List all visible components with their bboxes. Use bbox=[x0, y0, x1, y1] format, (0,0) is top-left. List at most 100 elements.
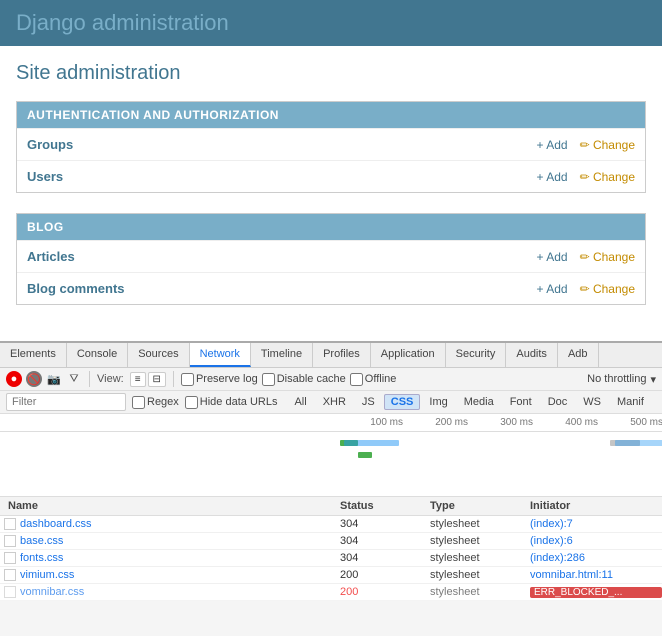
blog-comments-link[interactable]: Blog comments bbox=[27, 281, 125, 296]
offline-checkbox[interactable]: Offline bbox=[350, 373, 397, 386]
tab-profiles[interactable]: Profiles bbox=[313, 343, 371, 367]
disable-cache-checkbox[interactable]: Disable cache bbox=[262, 373, 346, 386]
auth-section: AUTHENTICATION AND AUTHORIZATION Groups … bbox=[16, 101, 646, 193]
hide-data-input[interactable] bbox=[185, 396, 198, 409]
tab-audits[interactable]: Audits bbox=[506, 343, 558, 367]
row-status-dashboard: 304 bbox=[340, 518, 430, 530]
devtools-panel: Elements Console Sources Network Timelin… bbox=[0, 341, 662, 601]
view-list-btn[interactable]: ≡ bbox=[130, 372, 146, 387]
preserve-log-input[interactable] bbox=[181, 373, 194, 386]
row-type-vomnibar: stylesheet bbox=[430, 586, 530, 598]
tab-timeline[interactable]: Timeline bbox=[251, 343, 313, 367]
admin-content: Site administration AUTHENTICATION AND A… bbox=[0, 46, 662, 341]
hide-data-label: Hide data URLs bbox=[200, 396, 278, 408]
regex-label: Regex bbox=[147, 396, 179, 408]
view-split-btn[interactable]: ⊟ bbox=[148, 372, 166, 387]
row-status-base: 304 bbox=[340, 535, 430, 547]
row-type-vimium: stylesheet bbox=[430, 569, 530, 581]
hide-data-checkbox[interactable]: Hide data URLs bbox=[185, 396, 278, 409]
row-name-base: base.css bbox=[0, 535, 340, 547]
row-name-vimium: vimium.css bbox=[0, 569, 340, 581]
table-row[interactable]: vimium.css 200 stylesheet vomnibar.html:… bbox=[0, 567, 662, 584]
site-admin-title: Site administration bbox=[16, 62, 646, 85]
filter-js-btn[interactable]: JS bbox=[355, 394, 382, 410]
camera-button[interactable]: 📷 bbox=[46, 371, 62, 387]
filter-ws-btn[interactable]: WS bbox=[576, 394, 608, 410]
toolbar-separator-2 bbox=[173, 371, 174, 387]
filter-input[interactable] bbox=[6, 393, 126, 411]
devtools-toolbar: ● 🚫 📷 ⛛ View: ≡ ⊟ Preserve log Disable c… bbox=[0, 368, 662, 391]
filter-img-btn[interactable]: Img bbox=[422, 394, 454, 410]
filter-all-btn[interactable]: All bbox=[287, 394, 313, 410]
wf-bar-3 bbox=[358, 452, 372, 458]
filter-button[interactable]: ⛛ bbox=[66, 371, 82, 387]
filter-manif-btn[interactable]: Manif bbox=[610, 394, 651, 410]
articles-change-link[interactable]: Change bbox=[580, 250, 635, 264]
tab-application[interactable]: Application bbox=[371, 343, 446, 367]
filter-font-btn[interactable]: Font bbox=[503, 394, 539, 410]
view-label: View: bbox=[97, 373, 124, 385]
filter-media-btn[interactable]: Media bbox=[457, 394, 501, 410]
row-type-fonts: stylesheet bbox=[430, 552, 530, 564]
blog-comments-add-link[interactable]: Add bbox=[537, 282, 568, 296]
groups-actions: Add Change bbox=[537, 138, 635, 152]
articles-link[interactable]: Articles bbox=[27, 249, 75, 264]
articles-add-link[interactable]: Add bbox=[537, 250, 568, 264]
groups-row: Groups Add Change bbox=[17, 128, 645, 160]
users-link[interactable]: Users bbox=[27, 169, 63, 184]
admin-title: Django administration bbox=[16, 10, 646, 36]
ruler-100: 100 ms bbox=[340, 417, 405, 428]
tab-console[interactable]: Console bbox=[67, 343, 128, 367]
view-selector: ≡ ⊟ bbox=[130, 372, 166, 387]
tab-security[interactable]: Security bbox=[446, 343, 507, 367]
tab-network[interactable]: Network bbox=[190, 343, 251, 367]
toolbar-separator-1 bbox=[89, 371, 90, 387]
tab-sources[interactable]: Sources bbox=[128, 343, 189, 367]
tab-elements[interactable]: Elements bbox=[0, 343, 67, 367]
col-type: Type bbox=[430, 500, 530, 512]
regex-checkbox[interactable]: Regex bbox=[132, 396, 179, 409]
blog-section-header: BLOG bbox=[17, 214, 645, 240]
groups-link[interactable]: Groups bbox=[27, 137, 73, 152]
regex-input[interactable] bbox=[132, 396, 145, 409]
table-row[interactable]: vomnibar.css 200 stylesheet ERR_BLOCKED_… bbox=[0, 584, 662, 601]
record-button[interactable]: ● bbox=[6, 371, 22, 387]
table-header: Name Status Type Initiator bbox=[0, 497, 662, 516]
offline-input[interactable] bbox=[350, 373, 363, 386]
devtools-tabs: Elements Console Sources Network Timelin… bbox=[0, 343, 662, 368]
file-icon-dashboard bbox=[4, 518, 16, 530]
col-name: Name bbox=[0, 500, 340, 512]
row-initiator-dashboard: (index):7 bbox=[530, 518, 662, 530]
row-name-fonts: fonts.css bbox=[0, 552, 340, 564]
row-status-fonts: 304 bbox=[340, 552, 430, 564]
stop-button[interactable]: 🚫 bbox=[26, 371, 42, 387]
users-actions: Add Change bbox=[537, 170, 635, 184]
throttle-selector[interactable]: No throttling ▾ bbox=[587, 373, 656, 386]
col-initiator: Initiator bbox=[530, 500, 662, 512]
wf-bar-5 bbox=[615, 440, 662, 446]
table-row[interactable]: fonts.css 304 stylesheet (index):286 bbox=[0, 550, 662, 567]
articles-row: Articles Add Change bbox=[17, 240, 645, 272]
throttle-label: No throttling bbox=[587, 373, 646, 385]
users-add-link[interactable]: Add bbox=[537, 170, 568, 184]
filter-xhr-btn[interactable]: XHR bbox=[316, 394, 353, 410]
row-initiator-base: (index):6 bbox=[530, 535, 662, 547]
disable-cache-input[interactable] bbox=[262, 373, 275, 386]
table-row[interactable]: dashboard.css 304 stylesheet (index):7 bbox=[0, 516, 662, 533]
file-icon-vomnibar bbox=[4, 586, 16, 598]
filter-types: All XHR JS CSS Img Media Font Doc WS Man… bbox=[287, 394, 650, 410]
row-initiator-vimium: vomnibar.html:11 bbox=[530, 569, 662, 581]
table-row[interactable]: base.css 304 stylesheet (index):6 bbox=[0, 533, 662, 550]
preserve-log-checkbox[interactable]: Preserve log bbox=[181, 373, 258, 386]
groups-add-link[interactable]: Add bbox=[537, 138, 568, 152]
groups-change-link[interactable]: Change bbox=[580, 138, 635, 152]
tab-adb[interactable]: Adb bbox=[558, 343, 599, 367]
users-change-link[interactable]: Change bbox=[580, 170, 635, 184]
row-type-dashboard: stylesheet bbox=[430, 518, 530, 530]
filter-css-btn[interactable]: CSS bbox=[384, 394, 421, 410]
blog-comments-change-link[interactable]: Change bbox=[580, 282, 635, 296]
network-table: Name Status Type Initiator dashboard.css… bbox=[0, 497, 662, 601]
file-icon-fonts bbox=[4, 552, 16, 564]
filter-doc-btn[interactable]: Doc bbox=[541, 394, 575, 410]
users-row: Users Add Change bbox=[17, 160, 645, 192]
